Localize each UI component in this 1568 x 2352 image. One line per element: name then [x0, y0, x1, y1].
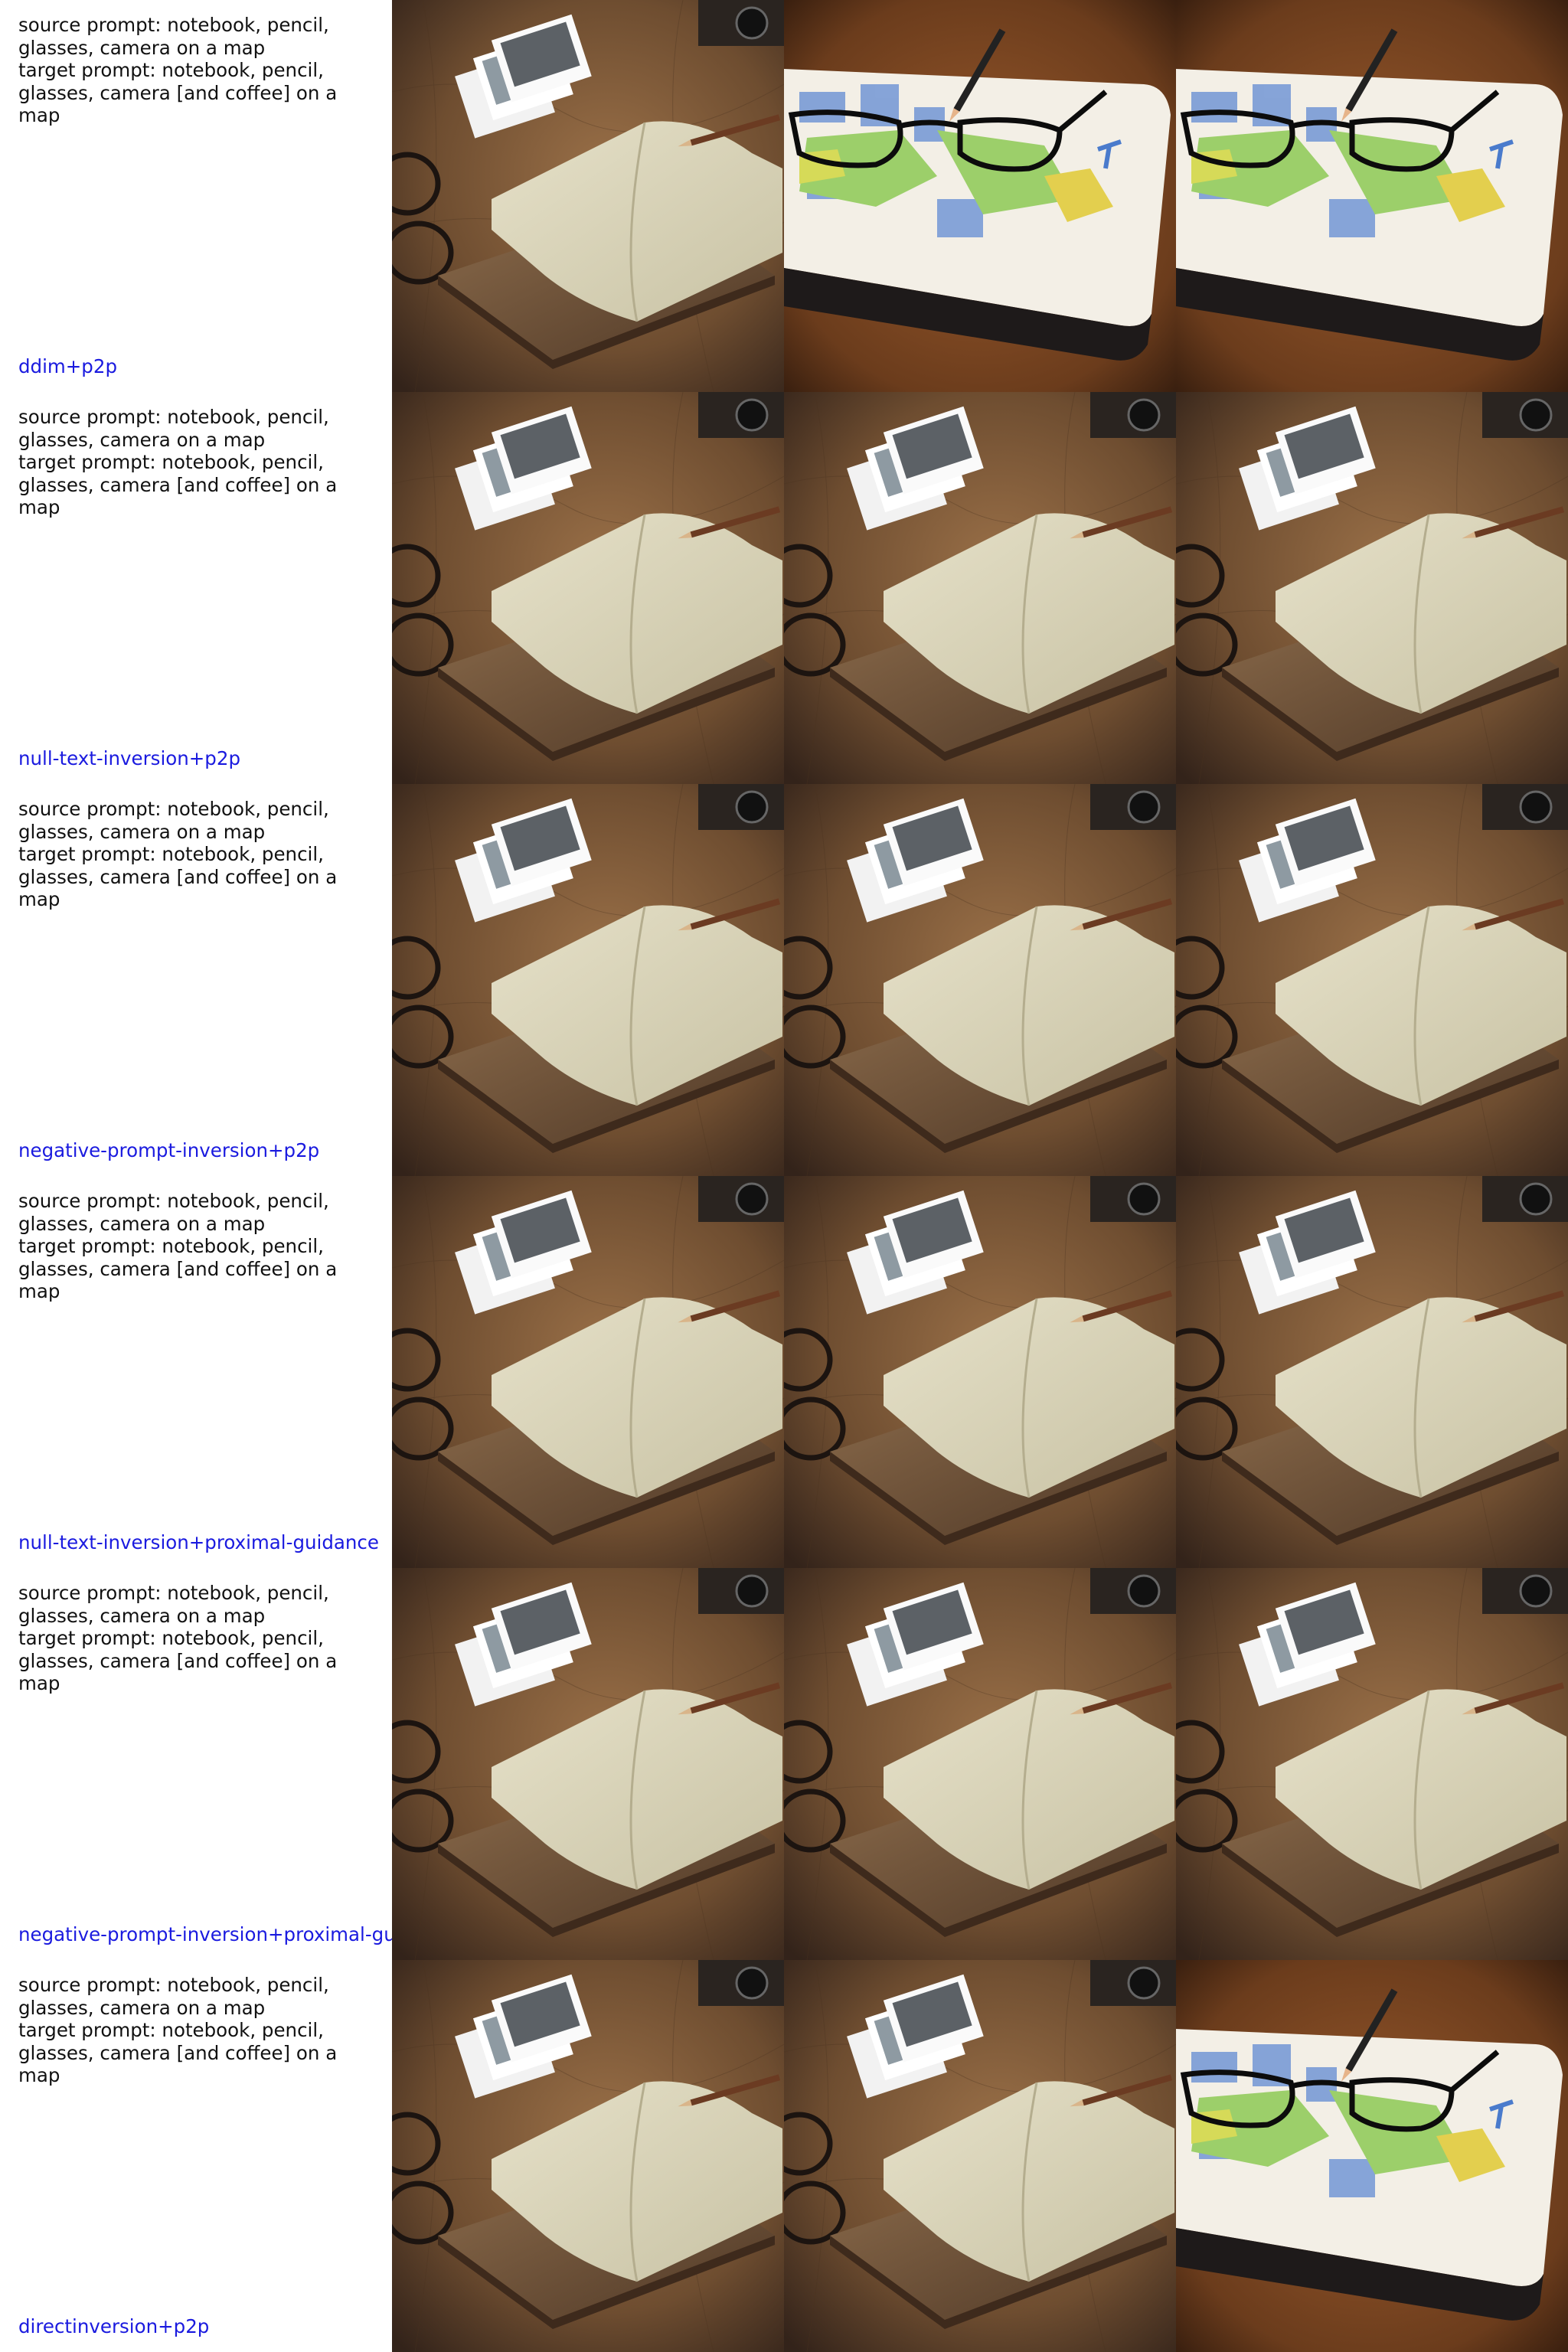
result-image-source — [392, 784, 784, 1176]
result-image-edit-2 — [1176, 1960, 1568, 2352]
result-row: source prompt: notebook, pencil, glasses… — [0, 1176, 1568, 1568]
method-label: ddim+p2p — [18, 355, 117, 377]
method-label: directinversion+p2p — [18, 2315, 210, 2337]
prompt-text: source prompt: notebook, pencil, glasses… — [18, 1974, 355, 2087]
result-image-edit-1 — [784, 1960, 1176, 2352]
method-label: negative-prompt-inversion+p2p — [18, 1139, 320, 1161]
prompt-panel: source prompt: notebook, pencil, glasses… — [0, 392, 392, 784]
prompt-text: source prompt: notebook, pencil, glasses… — [18, 1582, 355, 1695]
result-image-edit-1 — [784, 392, 1176, 784]
target-prompt: target prompt: notebook, pencil, glasses… — [18, 1235, 343, 1302]
target-prompt: target prompt: notebook, pencil, glasses… — [18, 843, 343, 910]
result-image-edit-2 — [1176, 0, 1568, 392]
prompt-panel: source prompt: notebook, pencil, glasses… — [0, 1176, 392, 1568]
target-prompt: target prompt: notebook, pencil, glasses… — [18, 59, 343, 126]
result-row: source prompt: notebook, pencil, glasses… — [0, 392, 1568, 784]
prompt-panel: source prompt: notebook, pencil, glasses… — [0, 0, 392, 392]
result-row: source prompt: notebook, pencil, glasses… — [0, 784, 1568, 1176]
result-image-edit-1 — [784, 1568, 1176, 1960]
result-image-source — [392, 1568, 784, 1960]
result-row: source prompt: notebook, pencil, glasses… — [0, 1568, 1568, 1960]
result-row: source prompt: notebook, pencil, glasses… — [0, 0, 1568, 392]
prompt-text: source prompt: notebook, pencil, glasses… — [18, 798, 355, 911]
target-prompt: target prompt: notebook, pencil, glasses… — [18, 2019, 343, 2086]
result-image-edit-1 — [784, 0, 1176, 392]
source-prompt: source prompt: notebook, pencil, glasses… — [18, 14, 335, 59]
result-image-edit-2 — [1176, 1176, 1568, 1568]
prompt-text: source prompt: notebook, pencil, glasses… — [18, 1190, 355, 1303]
result-image-source — [392, 1960, 784, 2352]
prompt-panel: source prompt: notebook, pencil, glasses… — [0, 1568, 392, 1960]
source-prompt: source prompt: notebook, pencil, glasses… — [18, 1974, 335, 2019]
source-prompt: source prompt: notebook, pencil, glasses… — [18, 1582, 335, 1627]
result-row: source prompt: notebook, pencil, glasses… — [0, 1960, 1568, 2352]
prompt-text: source prompt: notebook, pencil, glasses… — [18, 14, 355, 127]
source-prompt: source prompt: notebook, pencil, glasses… — [18, 1190, 335, 1235]
result-image-edit-1 — [784, 784, 1176, 1176]
method-label: null-text-inversion+p2p — [18, 747, 240, 769]
comparison-grid: source prompt: notebook, pencil, glasses… — [0, 0, 1568, 2352]
source-prompt: source prompt: notebook, pencil, glasses… — [18, 798, 335, 843]
target-prompt: target prompt: notebook, pencil, glasses… — [18, 1627, 343, 1694]
result-image-source — [392, 1176, 784, 1568]
result-image-source — [392, 0, 784, 392]
result-image-edit-2 — [1176, 784, 1568, 1176]
prompt-panel: source prompt: notebook, pencil, glasses… — [0, 1960, 392, 2352]
source-prompt: source prompt: notebook, pencil, glasses… — [18, 406, 335, 451]
result-image-source — [392, 392, 784, 784]
result-image-edit-2 — [1176, 1568, 1568, 1960]
target-prompt: target prompt: notebook, pencil, glasses… — [18, 451, 343, 518]
prompt-text: source prompt: notebook, pencil, glasses… — [18, 406, 355, 519]
method-label: null-text-inversion+proximal-guidance — [18, 1531, 379, 1553]
prompt-panel: source prompt: notebook, pencil, glasses… — [0, 784, 392, 1176]
result-image-edit-1 — [784, 1176, 1176, 1568]
method-label: negative-prompt-inversion+proximal-guida… — [18, 1923, 392, 1945]
result-image-edit-2 — [1176, 392, 1568, 784]
